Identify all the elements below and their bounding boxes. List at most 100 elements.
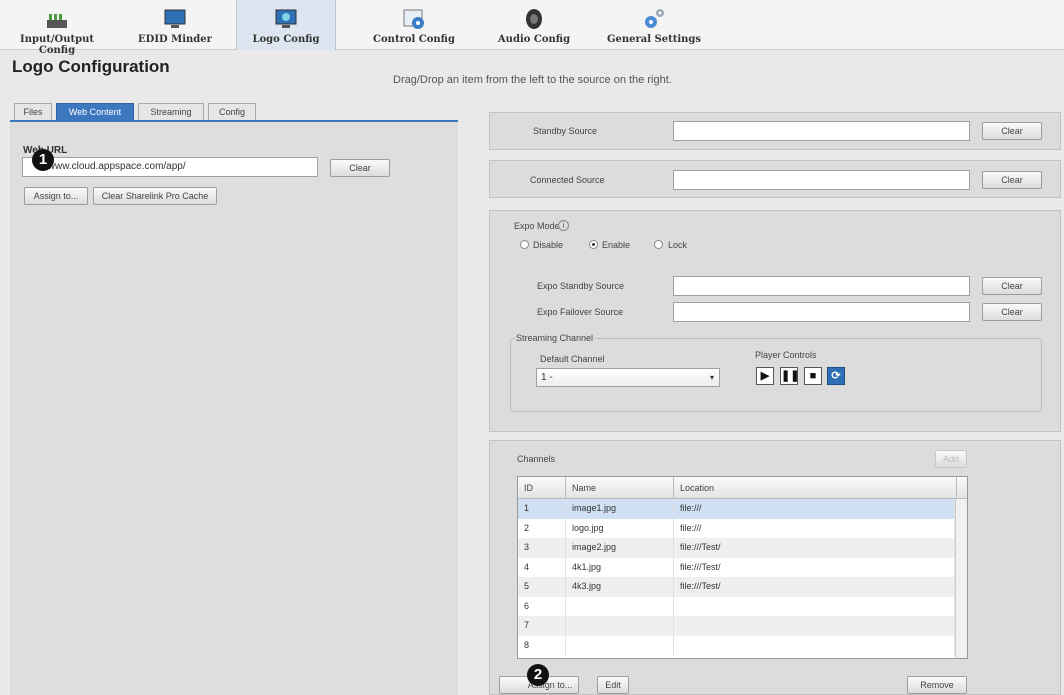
nav-item-input-output-config[interactable]: Input/Output Config: [2, 0, 112, 56]
cell-location: [674, 635, 955, 655]
expo-failover-input[interactable]: [673, 302, 970, 322]
table-row[interactable]: 3 image2.jpg file:///Test/: [518, 538, 955, 558]
tab-web-content[interactable]: Web Content: [56, 103, 134, 121]
cell-id: 2: [518, 518, 566, 538]
nav-label: Control Config: [373, 34, 455, 45]
speaker-icon: [526, 9, 542, 29]
table-row[interactable]: 7: [518, 616, 955, 636]
cell-name: [566, 616, 674, 635]
tab-config[interactable]: Config: [208, 103, 256, 121]
nav-item-logo-config[interactable]: Logo Config: [236, 0, 336, 50]
clear-connected-button[interactable]: Clear: [982, 171, 1042, 189]
page-title: Logo Configuration: [12, 57, 170, 76]
cell-location: file:///: [674, 499, 955, 518]
logo-config-icon: [275, 9, 297, 28]
cell-name: logo.jpg: [566, 518, 674, 538]
control-config-icon: [403, 9, 424, 29]
tab-streaming[interactable]: Streaming: [138, 103, 204, 121]
pause-icon[interactable]: ❚❚: [780, 367, 799, 385]
clear-url-button[interactable]: Clear: [330, 159, 390, 177]
column-header-id[interactable]: ID: [518, 477, 566, 499]
table-row[interactable]: 2 logo.jpg file:///: [518, 518, 955, 539]
default-channel-value: 1 -: [541, 372, 553, 383]
cell-location: file:///Test/: [674, 577, 955, 596]
web-content-panel: [10, 120, 458, 695]
play-icon[interactable]: ▶: [756, 367, 774, 385]
clear-cache-button[interactable]: Clear Sharelink Pro Cache: [93, 187, 217, 205]
radio-lock[interactable]: [654, 240, 663, 249]
cell-location: [674, 596, 955, 616]
cell-name: 4k1.jpg: [566, 557, 674, 577]
cell-id: 7: [518, 616, 566, 635]
stop-icon[interactable]: ■: [804, 367, 822, 385]
cell-id: 6: [518, 596, 566, 616]
clear-expo-standby-button[interactable]: Clear: [982, 277, 1042, 295]
input-output-icon: [47, 14, 67, 28]
column-header-spacer: [957, 477, 967, 499]
add-channel-button[interactable]: Add: [935, 450, 967, 468]
edit-channel-button[interactable]: Edit: [597, 676, 629, 694]
expo-standby-label: Expo Standby Source: [537, 281, 625, 291]
monitor-icon: [164, 9, 186, 28]
player-controls-label: Player Controls: [755, 350, 817, 360]
nav-label: Logo Config: [252, 34, 320, 45]
cell-name: [566, 596, 674, 616]
gears-icon: [645, 9, 664, 28]
tab-files[interactable]: Files: [14, 103, 52, 121]
nav-item-edid-minder[interactable]: EDID Minder: [130, 0, 220, 50]
cell-name: image1.jpg: [566, 499, 674, 518]
callout-2: 2: [527, 664, 549, 686]
radio-lock-label: Lock: [668, 240, 688, 250]
cell-id: 4: [518, 557, 566, 577]
remove-channel-button[interactable]: Remove: [907, 676, 967, 694]
table-row[interactable]: 8: [518, 635, 955, 656]
clear-expo-failover-button[interactable]: Clear: [982, 303, 1042, 321]
radio-enable[interactable]: [589, 240, 598, 249]
cell-id: 8: [518, 635, 566, 655]
cell-id: 3: [518, 538, 566, 557]
standby-source-input[interactable]: [673, 121, 970, 141]
cell-name: 4k3.jpg: [566, 577, 674, 596]
channels-label: Channels: [517, 454, 556, 464]
default-channel-select[interactable]: 1 - ▾: [536, 368, 720, 387]
column-header-location[interactable]: Location: [674, 477, 957, 499]
nav-label: General Settings: [606, 34, 702, 45]
default-channel-label: Default Channel: [540, 354, 605, 364]
connected-source-input[interactable]: [673, 170, 970, 190]
assign-to-button[interactable]: Assign to...: [24, 187, 88, 205]
refresh-icon[interactable]: ⟳: [827, 367, 845, 385]
cell-location: file:///Test/: [674, 557, 955, 577]
table-row[interactable]: 6: [518, 596, 955, 617]
nav-label: EDID Minder: [138, 34, 212, 45]
top-navigation: Input/Output Config EDID Minder Logo Con…: [0, 0, 1064, 56]
cell-location: [674, 616, 955, 635]
nav-item-control-config[interactable]: Control Config: [366, 0, 462, 50]
radio-enable-label: Enable: [602, 240, 631, 250]
cell-name: image2.jpg: [566, 538, 674, 557]
table-scrollbar[interactable]: [955, 499, 967, 658]
clear-standby-button[interactable]: Clear: [982, 122, 1042, 140]
nav-label: Input/Output Config: [20, 34, 94, 56]
standby-source-label: Standby Source: [533, 126, 598, 136]
expo-mode-label: Expo Mode: [514, 221, 560, 231]
connected-source-label: Connected Source: [530, 175, 605, 185]
nav-item-audio-config[interactable]: Audio Config: [490, 0, 578, 50]
radio-disable[interactable]: [520, 240, 529, 249]
column-header-name[interactable]: Name: [566, 477, 674, 499]
table-row[interactable]: 5 4k3.jpg file:///Test/: [518, 577, 955, 597]
chevron-down-icon: ▾: [709, 373, 714, 382]
cell-id: 1: [518, 499, 566, 518]
instruction-text: Drag/Drop an item from the left to the s…: [393, 74, 672, 86]
callout-1: 1: [32, 149, 54, 171]
cell-name: [566, 635, 674, 655]
nav-label: Audio Config: [497, 34, 571, 45]
table-row[interactable]: 1 image1.jpg file:///: [518, 499, 955, 519]
info-icon[interactable]: i: [558, 220, 569, 231]
channels-table: ID Name Location 1 image1.jpg file:/// 2…: [517, 476, 968, 659]
table-row[interactable]: 4 4k1.jpg file:///Test/: [518, 557, 955, 578]
web-url-input[interactable]: /www.cloud.appspace.com/app/: [22, 157, 318, 177]
expo-standby-input[interactable]: [673, 276, 970, 296]
cell-location: file:///: [674, 518, 955, 538]
streaming-channel-legend: Streaming Channel: [514, 333, 596, 343]
nav-item-general-settings[interactable]: General Settings: [604, 0, 704, 50]
